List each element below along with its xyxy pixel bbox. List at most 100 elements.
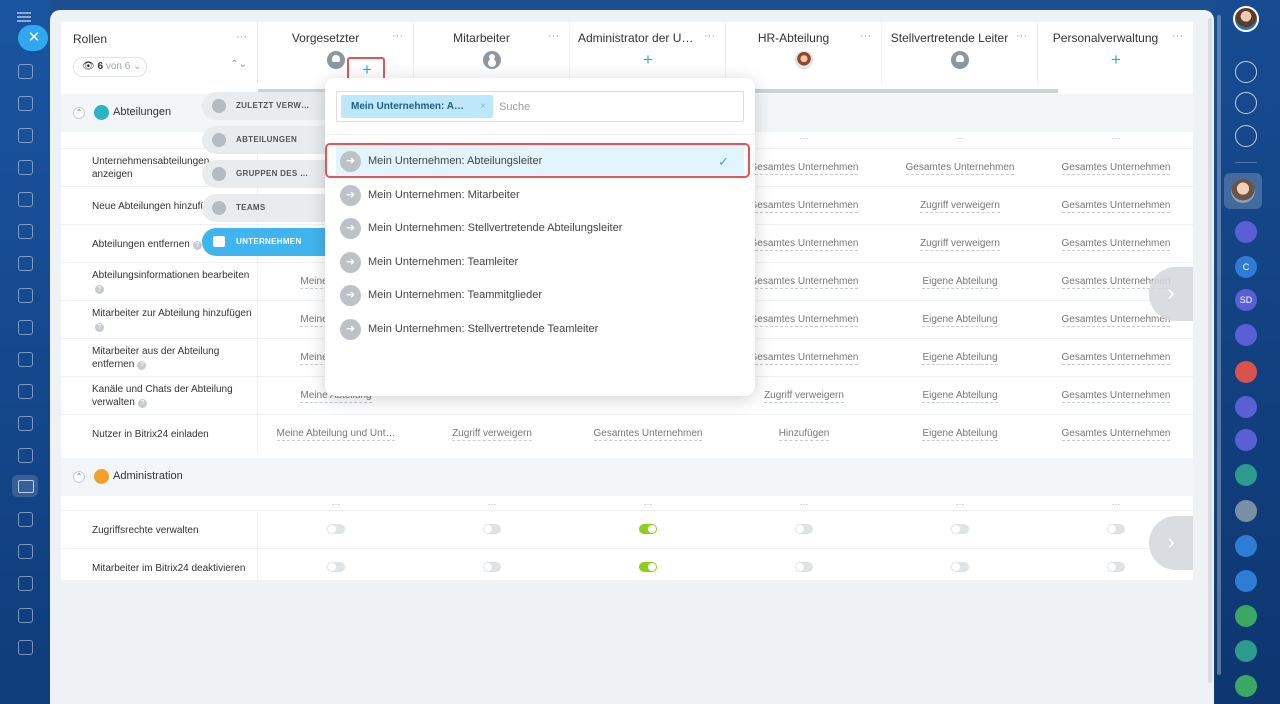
permission-cell[interactable]: Zugriff verweigern <box>882 187 1038 225</box>
search-chat-icon[interactable] <box>1235 125 1257 147</box>
permission-cell[interactable]: Zugriff verweigern <box>414 415 570 453</box>
lock-chat-icon[interactable] <box>1235 570 1257 592</box>
selector-search-box[interactable]: Mein Unternehmen: A… × <box>336 91 744 122</box>
entity-tab[interactable]: UNTERNEHMEN <box>202 228 332 256</box>
roles-filter-pill[interactable]: 👁︎ 6 von 6 ⌄ <box>73 57 147 77</box>
permission-toggle[interactable] <box>1107 524 1125 534</box>
bell-icon[interactable] <box>1235 61 1257 83</box>
drive-icon[interactable] <box>18 224 33 239</box>
permission-cell[interactable]: Meine Abteilung und Unt… <box>258 415 414 453</box>
copilot-chat-icon[interactable] <box>1235 221 1257 243</box>
selector-option[interactable]: ➜ Mein Unternehmen: Teamleiter <box>336 246 744 279</box>
sites-icon[interactable] <box>18 256 33 271</box>
add-member-button[interactable]: + <box>1107 51 1125 69</box>
settings-icon[interactable] <box>18 512 33 527</box>
collapse-expand-icon[interactable]: ⌃⌄ <box>230 59 247 70</box>
copilot-chat-icon[interactable] <box>1235 429 1257 451</box>
column-action-dots[interactable]: ··· <box>414 499 570 509</box>
permission-toggle[interactable] <box>951 524 969 534</box>
reports-icon[interactable] <box>18 576 33 591</box>
check-chat-icon[interactable] <box>1235 675 1257 697</box>
company-structure-icon[interactable] <box>12 475 38 497</box>
column-action-dots[interactable]: ··· <box>882 133 1038 143</box>
permission-cell[interactable]: Gesamtes Unternehmen <box>882 149 1038 187</box>
contact-badge-c[interactable]: C <box>1235 256 1257 278</box>
permission-toggle[interactable] <box>327 524 345 534</box>
lock-chat-icon[interactable] <box>1235 500 1257 522</box>
docs-icon[interactable] <box>18 192 33 207</box>
column-header[interactable]: Administrator der Unt… ··· + <box>570 22 726 84</box>
column-action-dots[interactable]: ··· <box>1038 133 1194 143</box>
permission-cell[interactable]: Gesamtes Unternehmen <box>1038 415 1194 453</box>
shop-icon[interactable] <box>18 384 33 399</box>
contact-badge-sd[interactable]: SD <box>1235 289 1257 311</box>
copilot-icon[interactable] <box>1235 92 1257 114</box>
sidebar-scrollbar[interactable] <box>1217 15 1221 675</box>
permission-cell[interactable]: Gesamtes Unternehmen <box>1038 149 1194 187</box>
lock-chat-icon[interactable] <box>1235 464 1257 486</box>
column-more-icon[interactable]: ··· <box>704 30 715 42</box>
permission-toggle[interactable] <box>951 562 969 572</box>
help-icon[interactable]: ? <box>137 361 147 370</box>
group-icon[interactable] <box>951 51 969 69</box>
permission-cell[interactable]: Eigene Abteilung <box>882 339 1038 377</box>
permission-toggle[interactable] <box>1107 562 1125 572</box>
calendar-icon[interactable] <box>18 448 33 463</box>
analytics-icon[interactable] <box>18 352 33 367</box>
filter-icon[interactable] <box>18 544 33 559</box>
column-more-icon[interactable]: ··· <box>548 30 559 42</box>
vertical-scrollbar[interactable] <box>1208 18 1212 683</box>
permission-toggle[interactable] <box>327 562 345 572</box>
help-icon[interactable]: ? <box>137 399 147 408</box>
photo-avatar[interactable] <box>795 51 813 69</box>
permission-cell[interactable]: Eigene Abteilung <box>882 301 1038 339</box>
column-header[interactable]: Vorgesetzter ··· <box>258 22 414 84</box>
search-input[interactable] <box>499 98 729 116</box>
selector-option[interactable]: ➜ Mein Unternehmen: Mitarbeiter <box>336 179 744 212</box>
permission-toggle[interactable] <box>795 562 813 572</box>
permission-cell[interactable]: Gesamtes Unternehmen <box>570 415 726 453</box>
permission-toggle[interactable] <box>639 524 657 534</box>
remove-tag-icon[interactable]: × <box>480 95 486 118</box>
collapse-icon[interactable]: ⌃ <box>73 471 85 483</box>
column-header[interactable]: Mitarbeiter ··· <box>414 22 570 84</box>
permission-cell[interactable]: Eigene Abteilung <box>882 377 1038 415</box>
copilot-chat-icon[interactable] <box>1235 396 1257 418</box>
help-icon[interactable]: ? <box>95 285 104 294</box>
permission-cell[interactable]: Eigene Abteilung <box>882 263 1038 301</box>
column-action-dots[interactable]: ··· <box>570 499 726 509</box>
selector-option[interactable]: ➜ Mein Unternehmen: Stellvertretende Team… <box>336 313 744 346</box>
active-contact[interactable] <box>1224 173 1262 209</box>
column-action-dots[interactable]: ··· <box>726 499 882 509</box>
permission-cell[interactable]: Eigene Abteilung <box>882 415 1038 453</box>
feed-icon[interactable] <box>18 96 33 111</box>
tasks-icon[interactable] <box>18 128 33 143</box>
lock-chat-icon[interactable] <box>1235 640 1257 662</box>
home-icon[interactable] <box>18 64 33 79</box>
column-more-icon[interactable]: ··· <box>1172 30 1183 42</box>
roles-more-icon[interactable]: ··· <box>236 31 247 43</box>
column-header[interactable]: Personalverwaltung ··· + <box>1038 22 1194 84</box>
section-administration[interactable]: ⌃ Administration <box>61 458 1193 496</box>
permission-toggle[interactable] <box>483 524 501 534</box>
group-icon[interactable] <box>327 51 345 69</box>
task-chat-icon[interactable] <box>1235 361 1257 383</box>
column-action-dots[interactable]: ··· <box>882 499 1038 509</box>
column-header[interactable]: Stellvertretende Leiter ··· <box>882 22 1038 84</box>
checklist-icon[interactable] <box>18 288 33 303</box>
lock-chat-icon[interactable] <box>1235 535 1257 557</box>
person-icon[interactable] <box>483 51 501 69</box>
entity-tab[interactable]: TEAMS <box>202 194 332 222</box>
selected-tag[interactable]: Mein Unternehmen: A… × <box>341 95 493 118</box>
more-icon[interactable] <box>18 640 33 655</box>
contract-icon[interactable] <box>18 416 33 431</box>
add-member-button[interactable]: + <box>639 51 657 69</box>
permission-cell[interactable]: Zugriff verweigern <box>882 225 1038 263</box>
help-icon[interactable]: ? <box>192 240 202 250</box>
close-slider-button[interactable]: ✕ <box>18 25 48 51</box>
column-more-icon[interactable]: ··· <box>860 30 871 42</box>
permission-cell[interactable]: Hinzufügen <box>726 415 882 453</box>
column-action-dots[interactable]: ··· <box>258 499 414 509</box>
entity-tab[interactable]: ZULETZT VERW… <box>202 92 332 120</box>
permission-cell[interactable]: Gesamtes Unternehmen <box>1038 377 1194 415</box>
